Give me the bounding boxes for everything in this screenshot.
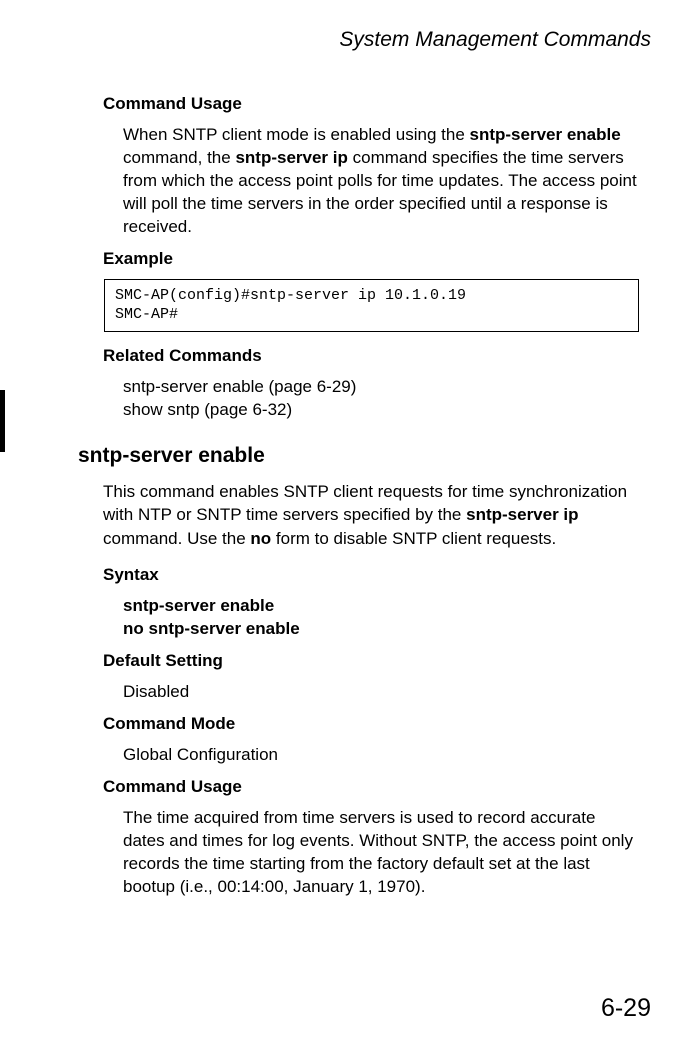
- related-commands-text: sntp-server enable (page 6-29) show sntp…: [123, 376, 639, 422]
- change-bar: [0, 390, 5, 452]
- text-part: form to disable SNTP client requests.: [271, 529, 556, 548]
- syntax-text: sntp-server enable no sntp-server enable: [123, 595, 651, 641]
- text-part: command, the: [123, 148, 235, 167]
- example-label: Example: [103, 249, 651, 269]
- text-bold: sntp-server ip: [235, 148, 347, 167]
- command-mode-label: Command Mode: [103, 714, 651, 734]
- related-commands-label: Related Commands: [103, 346, 651, 366]
- command-title: sntp-server enable: [78, 444, 651, 468]
- text-part: command. Use the: [103, 529, 250, 548]
- syntax-label: Syntax: [103, 565, 651, 585]
- command-usage-text-2: The time acquired from time servers is u…: [123, 807, 639, 899]
- command-description: This command enables SNTP client request…: [103, 480, 639, 551]
- text-bold: sntp-server ip: [466, 505, 578, 524]
- command-usage-label-2: Command Usage: [103, 777, 651, 797]
- text-bold: sntp-server enable: [470, 125, 621, 144]
- related-line-1: sntp-server enable (page 6-29): [123, 377, 356, 396]
- page-number: 6-29: [601, 994, 651, 1023]
- command-usage-text-1: When SNTP client mode is enabled using t…: [123, 124, 639, 239]
- related-line-2: show sntp (page 6-32): [123, 400, 292, 419]
- text-part: When SNTP client mode is enabled using t…: [123, 125, 470, 144]
- syntax-line-2: no sntp-server enable: [123, 619, 300, 638]
- command-mode-value: Global Configuration: [123, 744, 639, 767]
- example-code: SMC-AP(config)#sntp-server ip 10.1.0.19 …: [104, 279, 639, 332]
- default-setting-label: Default Setting: [103, 651, 651, 671]
- syntax-line-1: sntp-server enable: [123, 596, 274, 615]
- default-setting-value: Disabled: [123, 681, 639, 704]
- command-usage-label-1: Command Usage: [103, 94, 651, 114]
- text-bold: no: [250, 529, 271, 548]
- page-header: System Management Commands: [48, 28, 651, 52]
